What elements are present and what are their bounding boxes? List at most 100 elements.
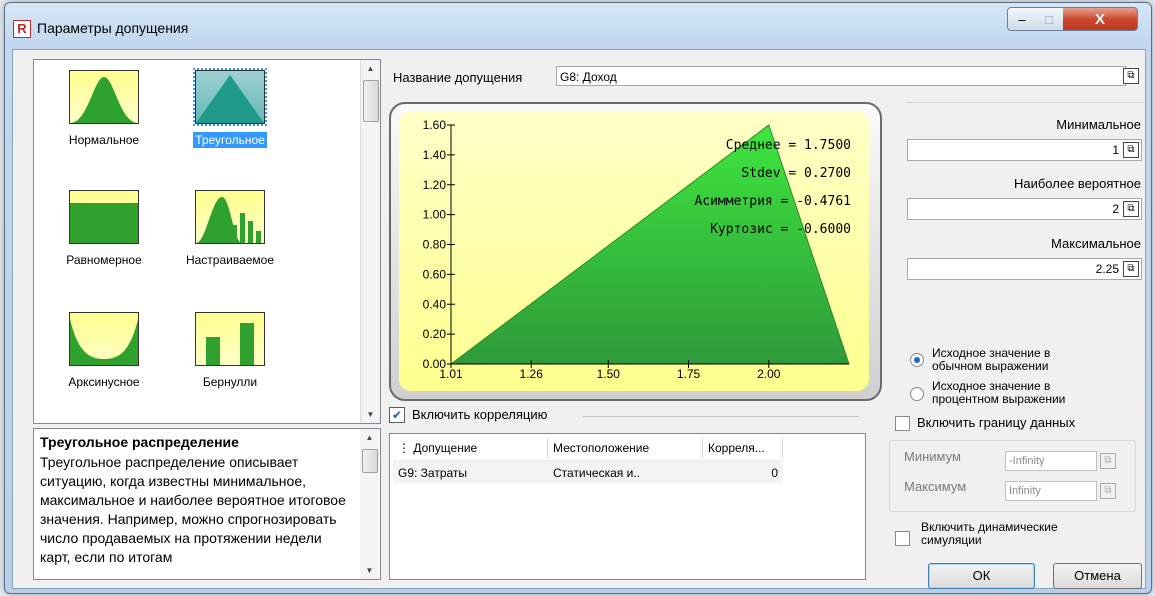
dynamic-simulation-label: Включить динамические симуляции — [921, 520, 1058, 547]
gallery-item-label: Равномерное — [66, 253, 142, 267]
chart-stat-4: Куртозис = -0.6000 — [710, 222, 851, 237]
max-label: Максимальное — [1051, 236, 1141, 251]
scroll-up-icon[interactable]: ▲ — [360, 429, 379, 446]
cell-link-icon[interactable]: ⧉ — [1123, 142, 1139, 158]
cell-link-icon[interactable]: ⧉ — [1100, 453, 1116, 469]
scroll-up-icon[interactable]: ▲ — [361, 60, 380, 77]
gallery-item-normal[interactable]: Нормальное — [44, 70, 164, 148]
description-scrollbar[interactable]: ▲ ▼ — [360, 429, 379, 579]
radio-percent[interactable] — [910, 387, 924, 401]
x-tick-label: 1.75 — [677, 367, 701, 381]
gallery-item-uniform[interactable]: Равномерное — [44, 190, 164, 268]
custom-distribution-icon — [195, 190, 265, 244]
scroll-thumb[interactable] — [362, 449, 378, 473]
truncation-checkbox[interactable] — [895, 416, 910, 431]
normal-distribution-icon — [69, 70, 139, 124]
x-tick-label: 2.00 — [757, 367, 781, 381]
close-button[interactable]: X — [1063, 7, 1138, 31]
chart-stat-3: Асимметрия = -0.4761 — [694, 194, 851, 209]
cell-link-icon[interactable]: ⧉ — [1100, 483, 1116, 499]
description-text: Треугольное распределение описывает ситу… — [40, 454, 346, 565]
radio-absolute-label: Исходное значение в обычном выражении — [932, 346, 1051, 373]
cell-link-icon[interactable]: ⧉ — [1123, 201, 1139, 217]
most-likely-input[interactable]: 2 ⧉ — [907, 198, 1142, 220]
gallery-item-triangular[interactable]: Треугольное — [170, 68, 290, 148]
distribution-description: Треугольное распределение Треугольное ра… — [33, 428, 381, 580]
assumption-name-label: Название допущения — [393, 70, 523, 85]
distribution-chart: 0.00 0.20 0.40 0.60 0.80 1.00 1.20 1.40 1.60 1.01… — [389, 102, 882, 401]
title-bar: R Параметры допущения – □ X — [5, 3, 1151, 47]
most-likely-value: 2 — [1112, 202, 1119, 216]
gallery-scrollbar[interactable]: ▲ ▼ — [360, 60, 380, 423]
y-tick-label: 0.60 — [423, 267, 447, 281]
cell-assumption[interactable]: G9: Затраты — [393, 463, 548, 483]
correlation-checkbox-label: Включить корреляцию — [412, 407, 548, 422]
column-header-location[interactable]: Местоположение — [548, 438, 703, 458]
dialog-window: R Параметры допущения – □ X Нормальное Т… — [4, 2, 1152, 594]
maximize-button[interactable]: □ — [1035, 7, 1064, 31]
cell-correlation[interactable]: 0 — [703, 463, 783, 483]
y-tick-label: 0.80 — [423, 238, 447, 252]
bounds-max-input[interactable]: Infinity — [1005, 481, 1097, 501]
sort-icon: ⋮ — [398, 441, 410, 455]
y-tick-label: 1.00 — [423, 208, 447, 222]
gallery-item-label: Нормальное — [68, 133, 140, 147]
cell-link-icon[interactable]: ⧉ — [1123, 68, 1139, 84]
scroll-down-icon[interactable]: ▼ — [360, 562, 379, 579]
most-likely-label: Наиболее вероятное — [1013, 176, 1141, 191]
dynamic-simulation-checkbox[interactable] — [895, 531, 910, 546]
gallery-item-arcsine[interactable]: Арксинусное — [44, 312, 164, 390]
gallery-item-custom[interactable]: Настраиваемое — [170, 190, 290, 268]
cell-link-icon[interactable]: ⧉ — [1123, 261, 1139, 277]
separator — [906, 102, 1144, 103]
radio-percent-label: Исходное значение в процентном выражении — [932, 379, 1066, 406]
x-tick-label: 1.50 — [597, 367, 621, 381]
distribution-gallery: Нормальное Треугольное Равномерное Настр… — [33, 59, 381, 424]
y-tick-label: 0.40 — [423, 297, 447, 311]
x-tick-label: 1.01 — [439, 367, 463, 381]
truncation-label: Включить границу данных — [917, 415, 1076, 430]
min-value: 1 — [1112, 143, 1119, 157]
min-input[interactable]: 1 ⧉ — [907, 139, 1142, 161]
dialog-body: Нормальное Треугольное Равномерное Настр… — [12, 49, 1146, 589]
bernoulli-distribution-icon — [195, 312, 265, 366]
maximize-icon: □ — [1045, 11, 1053, 27]
y-tick-label: 1.40 — [423, 148, 447, 162]
separator — [583, 416, 859, 417]
gallery-item-label: Бернулли — [202, 375, 258, 389]
arcsine-distribution-icon — [69, 312, 139, 366]
radio-absolute[interactable] — [910, 353, 924, 367]
scroll-down-icon[interactable]: ▼ — [361, 406, 380, 423]
description-title: Треугольное распределение — [40, 434, 239, 450]
correlation-checkbox[interactable]: ✔ — [389, 407, 405, 423]
gallery-item-bernoulli[interactable]: Бернулли — [170, 312, 290, 390]
gallery-item-label: Настраиваемое — [185, 253, 275, 267]
x-tick-label: 1.26 — [520, 367, 544, 381]
bounds-min-input[interactable]: -Infinity — [1005, 451, 1097, 471]
close-icon: X — [1094, 10, 1105, 28]
triangular-distribution-icon — [193, 68, 267, 126]
min-label: Минимальное — [1056, 117, 1141, 132]
cell-location[interactable]: Статическая и.. — [548, 463, 703, 483]
scroll-thumb[interactable] — [363, 80, 379, 122]
chart-stat-2: Stdev = 0.2700 — [741, 166, 851, 181]
column-header-label: Корреля... — [708, 441, 765, 455]
max-input[interactable]: 2.25 ⧉ — [907, 258, 1142, 280]
gallery-item-label: Треугольное — [193, 132, 267, 148]
minimize-button[interactable]: – — [1007, 7, 1037, 31]
chart-stat-1: Среднее = 1.7500 — [726, 138, 851, 153]
y-tick-label: 1.20 — [423, 178, 447, 192]
cancel-button[interactable]: Отмена — [1053, 563, 1142, 589]
bounds-min-label: Минимум — [904, 449, 961, 464]
ok-button[interactable]: ОК — [928, 563, 1035, 589]
column-header-label: Местоположение — [553, 441, 650, 455]
gallery-item-label: Арксинусное — [68, 375, 140, 389]
assumption-name-input[interactable]: G8: Доход — [556, 66, 1126, 86]
uniform-distribution-icon — [69, 190, 139, 244]
window-title: Параметры допущения — [37, 20, 189, 36]
chart-svg: 0.000.200.400.600.801.001.201.401.601.01… — [399, 111, 869, 391]
column-header-assumption[interactable]: ⋮ Допущение — [393, 438, 548, 458]
correlation-table: ⋮ Допущение Местоположение Корреля... G9… — [389, 433, 866, 580]
column-header-correlation[interactable]: Корреля... — [703, 438, 783, 458]
bounds-group: Минимум -Infinity ⧉ Максимум Infinity ⧉ — [889, 440, 1136, 512]
